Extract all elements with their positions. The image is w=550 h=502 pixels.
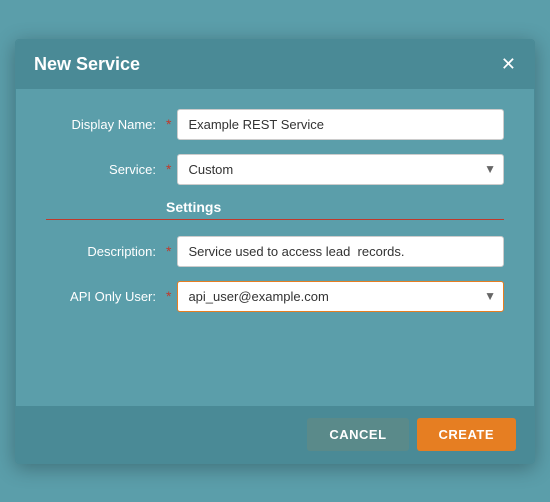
display-name-required: * [166,116,171,132]
api-user-select[interactable]: api_user@example.com [177,281,504,312]
create-button[interactable]: CREATE [417,418,516,451]
settings-section-title: Settings [166,199,504,215]
api-user-row: API Only User: * api_user@example.com ▼ [46,281,504,312]
close-button[interactable]: ✕ [501,55,516,73]
service-select-wrap: Custom ▼ [177,154,504,185]
cancel-button[interactable]: CANCEL [307,418,408,451]
service-label: Service: [46,162,166,177]
api-user-label: API Only User: [46,289,166,304]
description-row: Description: * [46,236,504,267]
api-user-select-wrap: api_user@example.com ▼ [177,281,504,312]
display-name-input[interactable] [177,109,504,140]
service-row: Service: * Custom ▼ [46,154,504,185]
dialog-header: New Service ✕ [16,40,534,89]
description-input[interactable] [177,236,504,267]
display-name-label: Display Name: [46,117,166,132]
dialog-footer: CANCEL CREATE [16,406,534,463]
dialog-body: Display Name: * Service: * Custom ▼ Sett… [16,89,534,346]
display-name-row: Display Name: * [46,109,504,140]
service-required: * [166,161,171,177]
description-label: Description: [46,244,166,259]
api-user-required: * [166,288,171,304]
service-select[interactable]: Custom [177,154,504,185]
dialog-title: New Service [34,54,140,75]
new-service-dialog: New Service ✕ Display Name: * Service: *… [15,39,535,464]
description-required: * [166,243,171,259]
settings-divider [46,219,504,220]
